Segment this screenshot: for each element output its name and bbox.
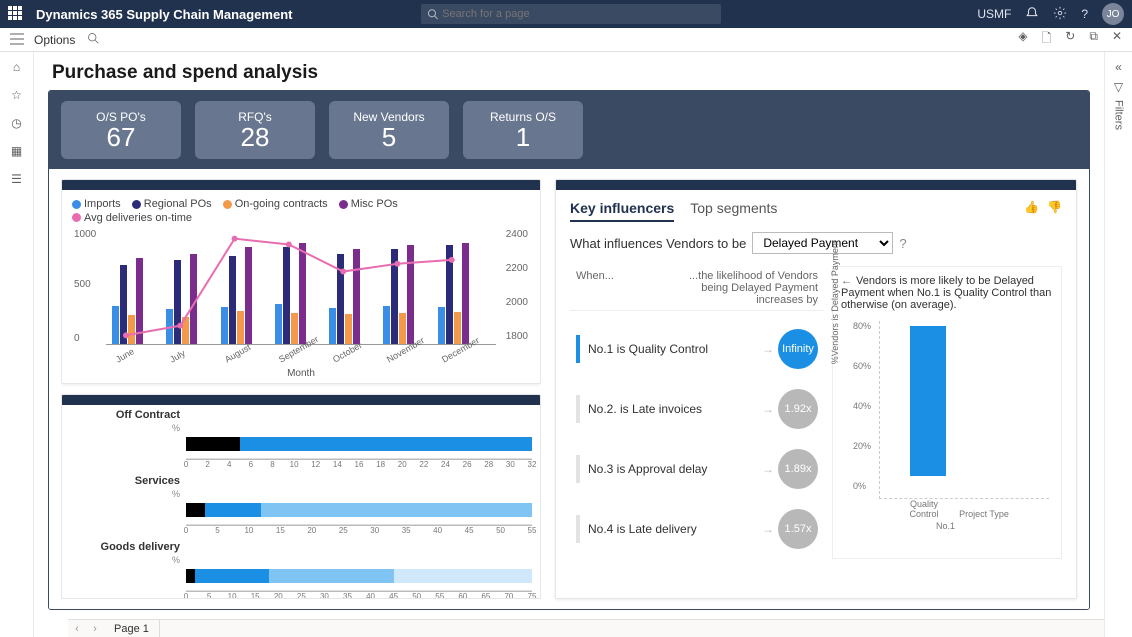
card-accent [62,395,540,405]
app-launcher-icon[interactable] [8,6,24,22]
monthly-po-chart-card[interactable]: Imports Regional POs On-going contracts … [61,179,541,384]
hamburger-icon[interactable] [10,33,24,48]
x-axis-title: Month [287,368,315,379]
ki-question-text: What influences Vendors to be [570,236,746,251]
kpi-card-os-pos[interactable]: O/S PO's 67 [61,101,181,159]
y-axis-label: %Vendors is Delayed Payment [830,241,840,365]
office-icon[interactable]: 🗋 [1042,29,1052,50]
chart-legend: Imports Regional POs On-going contracts … [72,198,530,225]
detail-bar-chart: %Vendors is Delayed Payment 80% 60% 40% … [841,321,1053,521]
col-header: ...the likelihood of Vendors being Delay… [678,270,818,306]
prev-page-icon[interactable]: ‹ [68,623,86,635]
col-header: When... [576,270,614,306]
y-tick: 2400 [506,229,528,240]
detail-text: Vendors is more likely to be Delayed Pay… [841,275,1051,311]
ki-tabs: Key influencers Top segments [570,200,1024,222]
company-picker[interactable]: USMF [977,7,1011,21]
next-page-icon[interactable]: › [86,623,104,635]
y-tick: 1000 [74,229,96,240]
y-tick: 2200 [506,263,528,274]
thumbs-up-icon[interactable]: 👍 [1024,200,1039,214]
legend-item: Imports [84,198,121,210]
ki-target-dropdown[interactable]: Delayed Payment [752,232,893,254]
legend-item: Avg deliveries on-time [84,212,192,224]
influencer-row[interactable]: No.2. is Late invoices→1.92x [570,379,824,439]
search-icon [427,8,438,20]
modules-icon[interactable]: ☰ [11,172,22,186]
filters-label[interactable]: Filters [1113,100,1125,130]
influencer-detail: ←Vendors is more likely to be Delayed Pa… [832,266,1062,559]
help-icon[interactable]: ? [1081,7,1088,21]
y-tick: 2000 [506,297,528,308]
ki-question: What influences Vendors to be Delayed Pa… [570,232,1062,254]
refresh-icon[interactable]: ↻ [1065,29,1075,50]
filters-funnel-icon[interactable]: ▽ [1114,80,1123,94]
y-tick: 20% [853,441,871,451]
command-bar: Options ◈ 🗋 ↻ ⧉ ✕ [0,28,1132,52]
filters-rail: « ▽ Filters [1104,52,1132,637]
kpi-card-returns[interactable]: Returns O/S 1 [463,101,583,159]
popout-icon[interactable]: ⧉ [1089,29,1098,50]
spend-metrics-card[interactable]: Off Contract%024681012141618202224262830… [61,394,541,599]
y-tick: 60% [853,361,871,371]
x-axis-label: No.1 [936,521,955,531]
kpi-row: O/S PO's 67 RFQ's 28 New Vendors 5 Retur… [49,91,1089,169]
influencers-list: When... ...the likelihood of Vendors bei… [570,266,824,559]
app-title: Dynamics 365 Supply Chain Management [36,7,292,22]
tab-top-segments[interactable]: Top segments [690,200,777,222]
search-input[interactable] [442,8,715,20]
notifications-icon[interactable] [1025,6,1039,23]
main-content: Purchase and spend analysis O/S PO's 67 … [34,52,1104,637]
y-tick: 80% [853,321,871,331]
tab-key-influencers[interactable]: Key influencers [570,200,674,222]
influencer-row[interactable]: No.4 is Late delivery→1.57x [570,499,824,559]
legend-item: Regional POs [144,198,212,210]
y-tick: 0 [74,333,80,344]
x-tick: Project Type [959,509,1009,519]
thumbs-down-icon[interactable]: 👎 [1047,200,1062,214]
page-title: Purchase and spend analysis [34,52,1104,90]
influencer-row[interactable]: No.3 is Approval delay→1.89x [570,439,824,499]
influencer-row[interactable]: No.1 is Quality Control→Infinity [570,319,824,379]
kpi-card-new-vendors[interactable]: New Vendors 5 [329,101,449,159]
settings-icon[interactable] [1053,6,1067,23]
card-accent [62,180,540,190]
y-tick: 1800 [506,331,528,342]
recent-icon[interactable]: ◷ [11,116,21,130]
key-influencers-card[interactable]: 👍 👎 Key influencers Top segments What in… [555,179,1077,599]
combo-chart: 1000 500 0 2400 2200 2000 1800 JuneJulyA… [72,229,530,379]
y-tick: 500 [74,279,91,290]
kpi-value: 1 [463,124,583,150]
report-page-tabs: ‹ › Page 1 [68,619,1104,637]
x-tick: Quality Control [899,499,949,519]
y-tick: 40% [853,401,871,411]
global-search[interactable] [421,4,721,24]
legend-item: On-going contracts [235,198,328,210]
collapse-filters-icon[interactable]: « [1115,60,1122,74]
kpi-card-rfqs[interactable]: RFQ's 28 [195,101,315,159]
close-icon[interactable]: ✕ [1112,29,1122,50]
nav-rail: ⌂ ☆ ◷ ▦ ☰ [0,52,34,637]
user-avatar[interactable]: JO [1102,3,1124,25]
global-nav: Dynamics 365 Supply Chain Management USM… [0,0,1132,28]
y-tick: 0% [853,481,866,491]
kpi-value: 5 [329,124,449,150]
detail-bar [910,326,946,476]
home-icon[interactable]: ⌂ [13,60,20,74]
kpi-value: 67 [61,124,181,150]
back-arrow-icon[interactable]: ← [841,275,852,287]
kpi-value: 28 [195,124,315,150]
options-menu[interactable]: Options [34,33,75,47]
legend-item: Misc POs [351,198,398,210]
report-canvas: O/S PO's 67 RFQ's 28 New Vendors 5 Retur… [48,90,1090,610]
card-accent [556,180,1076,190]
favorites-icon[interactable]: ☆ [11,88,22,102]
find-icon[interactable] [87,32,99,47]
ki-help-icon[interactable]: ? [899,236,906,251]
workspaces-icon[interactable]: ▦ [11,144,22,158]
attach-icon[interactable]: ◈ [1018,29,1027,50]
page-tab[interactable]: Page 1 [104,620,160,637]
